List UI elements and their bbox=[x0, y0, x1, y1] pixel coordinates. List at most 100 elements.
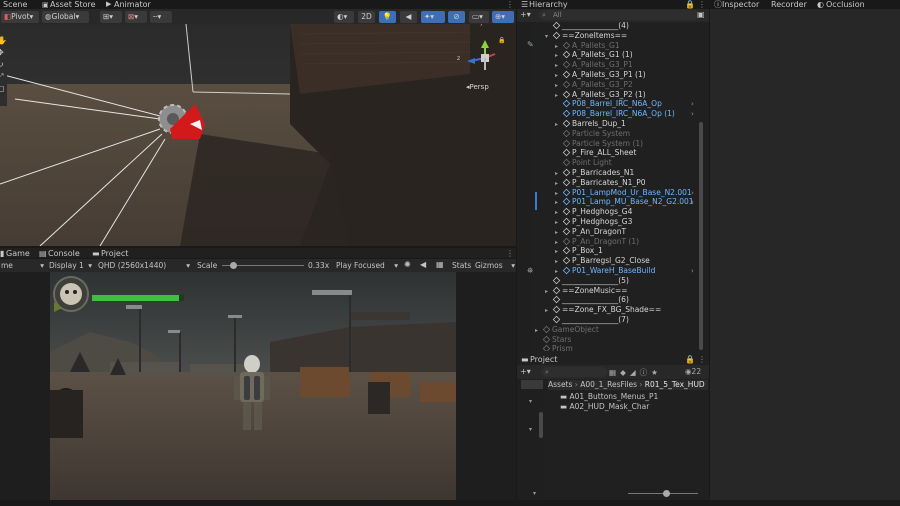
hierarchy-item[interactable]: ▾ ==ZoneItems== bbox=[535, 31, 627, 41]
hierarchy-item[interactable]: ▸ ==Zone_FX_BG_Shade== bbox=[535, 305, 661, 315]
effects-toggle[interactable]: ✦▾ bbox=[421, 11, 445, 23]
hierarchy-item[interactable]: ▸ P_Barricades_N1 bbox=[535, 168, 634, 178]
hierarchy-item[interactable]: ▸ P_An_DragonT (1) bbox=[535, 237, 639, 247]
move-tool-icon[interactable]: ✥ bbox=[0, 48, 7, 60]
projection-toggle[interactable]: ◂Persp bbox=[466, 83, 489, 91]
hierarchy-item[interactable]: ▸ A_Pallets_G3_P1 bbox=[535, 60, 633, 70]
tab-recorder[interactable]: Recorder bbox=[771, 0, 807, 9]
gizmo-lock-icon[interactable]: 🔒 bbox=[498, 37, 505, 44]
scale-tool-icon[interactable]: ⤢ bbox=[0, 72, 7, 84]
hierarchy-item[interactable]: ▸ A_Pallets_G3_P2 bbox=[535, 80, 633, 90]
hierarchy-item[interactable]: P_Fire_ALL_Sheet bbox=[535, 148, 636, 158]
hierarchy-item[interactable]: _______________(7) bbox=[535, 315, 629, 325]
scene-search-icon[interactable]: ▣ bbox=[697, 10, 705, 19]
folder-row-2[interactable]: ▬ A02_HUD_Mask_Char bbox=[560, 402, 649, 411]
hierarchy-add-button[interactable]: +▾ bbox=[520, 10, 531, 19]
hand-tool-icon[interactable]: ✋ bbox=[0, 36, 7, 48]
hierarchy-item[interactable]: _______________(5) bbox=[535, 276, 629, 286]
tab-console[interactable]: ▤ Console bbox=[39, 249, 80, 258]
play-focus-dropdown[interactable]: Play Focused ▾ bbox=[336, 261, 398, 270]
tab-game[interactable]: ▮ Game bbox=[0, 249, 30, 258]
hierarchy-item[interactable]: ▸ A_Pallets_G1 bbox=[535, 41, 620, 51]
hierarchy-item[interactable]: ▸ P_An_DragonT bbox=[535, 227, 626, 237]
stats-button[interactable]: Stats bbox=[452, 261, 471, 270]
project-lock-icon[interactable]: 🔒 bbox=[685, 355, 695, 364]
tab-inspector[interactable]: ⓘ Inspector bbox=[714, 0, 759, 9]
hierarchy-lock-icon[interactable]: 🔒 bbox=[685, 0, 695, 9]
hierarchy-item[interactable]: Prism bbox=[535, 344, 573, 351]
hierarchy-item[interactable]: ▸ A_Pallets_G3_P2 (1) bbox=[535, 90, 646, 100]
tree-arrow-3[interactable]: ▾ bbox=[533, 490, 536, 497]
hierarchy-item[interactable]: ▸ A_Pallets_G3_P1 (1) bbox=[535, 70, 646, 80]
hierarchy-item[interactable]: Particle System (1) bbox=[535, 139, 643, 149]
tree-selected-row[interactable] bbox=[521, 380, 543, 389]
tab-scene[interactable]: Scene bbox=[3, 0, 27, 9]
scene-more-icon[interactable]: ⋮ bbox=[506, 0, 514, 9]
hierarchy-item[interactable]: ▸ P_Hedghogs_G3 bbox=[535, 217, 632, 227]
hierarchy-item[interactable]: ▸ P01_Lamp_MU_Base_N2_G2.001 › bbox=[535, 197, 694, 207]
rotate-tool-icon[interactable]: ↻ bbox=[0, 60, 7, 72]
shortcuts-icon[interactable]: ▦ bbox=[436, 260, 444, 269]
toolbar-extra-button[interactable]: ╌▾ bbox=[150, 11, 172, 23]
hidden-objects-toggle[interactable]: ⊘ bbox=[448, 11, 465, 23]
open-prefab-icon[interactable]: › bbox=[691, 266, 694, 276]
project-search-field[interactable]: ⌕ bbox=[541, 367, 607, 377]
scale-slider-thumb[interactable] bbox=[230, 262, 238, 269]
pivot-button[interactable]: ◧Pivot▾ bbox=[1, 11, 39, 23]
scene-viewport[interactable]: ✋ ✥ ↻ ⤢ ▢ y z 🔒 ◂Persp bbox=[0, 24, 516, 246]
hierarchy-item[interactable]: ▸ P_Barregsl_G2_Close bbox=[535, 256, 650, 266]
project-filter-icons[interactable]: ▦◆◢ⓘ★ bbox=[609, 367, 662, 378]
draw-mode-button[interactable]: ◐▾ bbox=[334, 11, 354, 23]
hierarchy-item[interactable]: P08_Barrel_IRC_N6A_Op › bbox=[535, 99, 694, 109]
tree-arrow-1[interactable]: ▾ bbox=[529, 398, 532, 405]
project-add-button[interactable]: +▾ bbox=[520, 367, 531, 376]
tab-occlusion[interactable]: ◐ Occlusion bbox=[817, 0, 865, 9]
global-button[interactable]: ◍Global▾ bbox=[42, 11, 89, 23]
resolution-dropdown[interactable]: QHD (2560x1440) ▾ bbox=[98, 261, 190, 270]
tab-asset-store[interactable]: ▣ Asset Store bbox=[42, 0, 96, 9]
hierarchy-item[interactable]: Point Light bbox=[535, 158, 612, 168]
folder-row-1[interactable]: ▬ A01_Buttons_Menus_P1 bbox=[560, 392, 658, 401]
hierarchy-more-icon[interactable]: ⋮ bbox=[698, 0, 706, 9]
project-more-icon[interactable]: ⋮ bbox=[698, 355, 706, 364]
game-more-icon[interactable]: ⋮ bbox=[506, 249, 514, 258]
hierarchy-item[interactable]: ▸ A_Pallets_G1 (1) bbox=[535, 50, 633, 60]
mode-2d-button[interactable]: 2D bbox=[358, 11, 375, 23]
hierarchy-item[interactable]: ▸ GameObject bbox=[535, 325, 599, 335]
hierarchy-scrollbar[interactable] bbox=[699, 122, 703, 350]
hierarchy-item[interactable]: ▸ P01_LampMod_Ur_Base_N2.001 › bbox=[535, 188, 694, 198]
hierarchy-item[interactable]: ▸ P01_WareH_BaseBuild › bbox=[535, 266, 694, 276]
breadcrumb-current[interactable]: R01_5_Tex_HUD bbox=[645, 380, 705, 389]
tab-animator[interactable]: ▶ Animator bbox=[106, 0, 151, 9]
visibility-icon[interactable]: ✎ bbox=[527, 40, 534, 49]
tab-project[interactable]: ▬ Project bbox=[92, 249, 128, 258]
camera-settings-button[interactable]: ▭▾ bbox=[469, 11, 489, 23]
hierarchy-item[interactable]: ▸ Barrels_Dup_1 bbox=[535, 119, 626, 129]
hierarchy-item[interactable]: _______________(4) bbox=[535, 21, 629, 31]
gizmos-dropdown[interactable]: Gizmos ▾ bbox=[475, 261, 515, 270]
tab-project-panel[interactable]: ▬ Project bbox=[521, 355, 557, 364]
rect-tool-icon[interactable]: ▢ bbox=[0, 84, 7, 96]
hierarchy-item[interactable]: ▸ ==ZoneMusic== bbox=[535, 286, 628, 296]
game-mode-dropdown[interactable]: me ▾ bbox=[1, 261, 44, 270]
icon-size-thumb[interactable] bbox=[663, 490, 670, 497]
hierarchy-item[interactable]: Particle System bbox=[535, 129, 630, 139]
hierarchy-search-field[interactable]: ⌕ All bbox=[539, 10, 699, 20]
game-viewport[interactable] bbox=[50, 272, 456, 500]
breadcrumb-resfiles[interactable]: A00_1_ResFiles bbox=[580, 380, 637, 389]
scene-visibility-icon[interactable]: ⛯ bbox=[527, 266, 533, 276]
mute-audio-icon[interactable]: ✺ bbox=[404, 260, 411, 269]
display-dropdown[interactable]: Display 1 ▾ bbox=[49, 261, 92, 270]
audio-toggle[interactable]: ◀ bbox=[400, 11, 417, 23]
tree-scrollbar[interactable] bbox=[539, 412, 543, 438]
audio-toggle-icon[interactable]: ◀ bbox=[420, 260, 426, 269]
open-prefab-icon[interactable]: › bbox=[691, 188, 694, 198]
gizmos-toggle[interactable]: ⊕▾ bbox=[492, 11, 514, 23]
hierarchy-item[interactable]: Stars bbox=[535, 335, 571, 345]
hierarchy-item[interactable]: _______________(6) bbox=[535, 295, 629, 305]
breadcrumb-assets[interactable]: Assets bbox=[548, 380, 572, 389]
open-prefab-icon[interactable]: › bbox=[691, 99, 694, 109]
tree-arrow-2[interactable]: ▾ bbox=[529, 426, 532, 433]
hierarchy-item[interactable]: P08_Barrel_IRC_N6A_Op (1) › bbox=[535, 109, 694, 119]
hierarchy-item[interactable]: ▸ P_Box_1 bbox=[535, 246, 603, 256]
